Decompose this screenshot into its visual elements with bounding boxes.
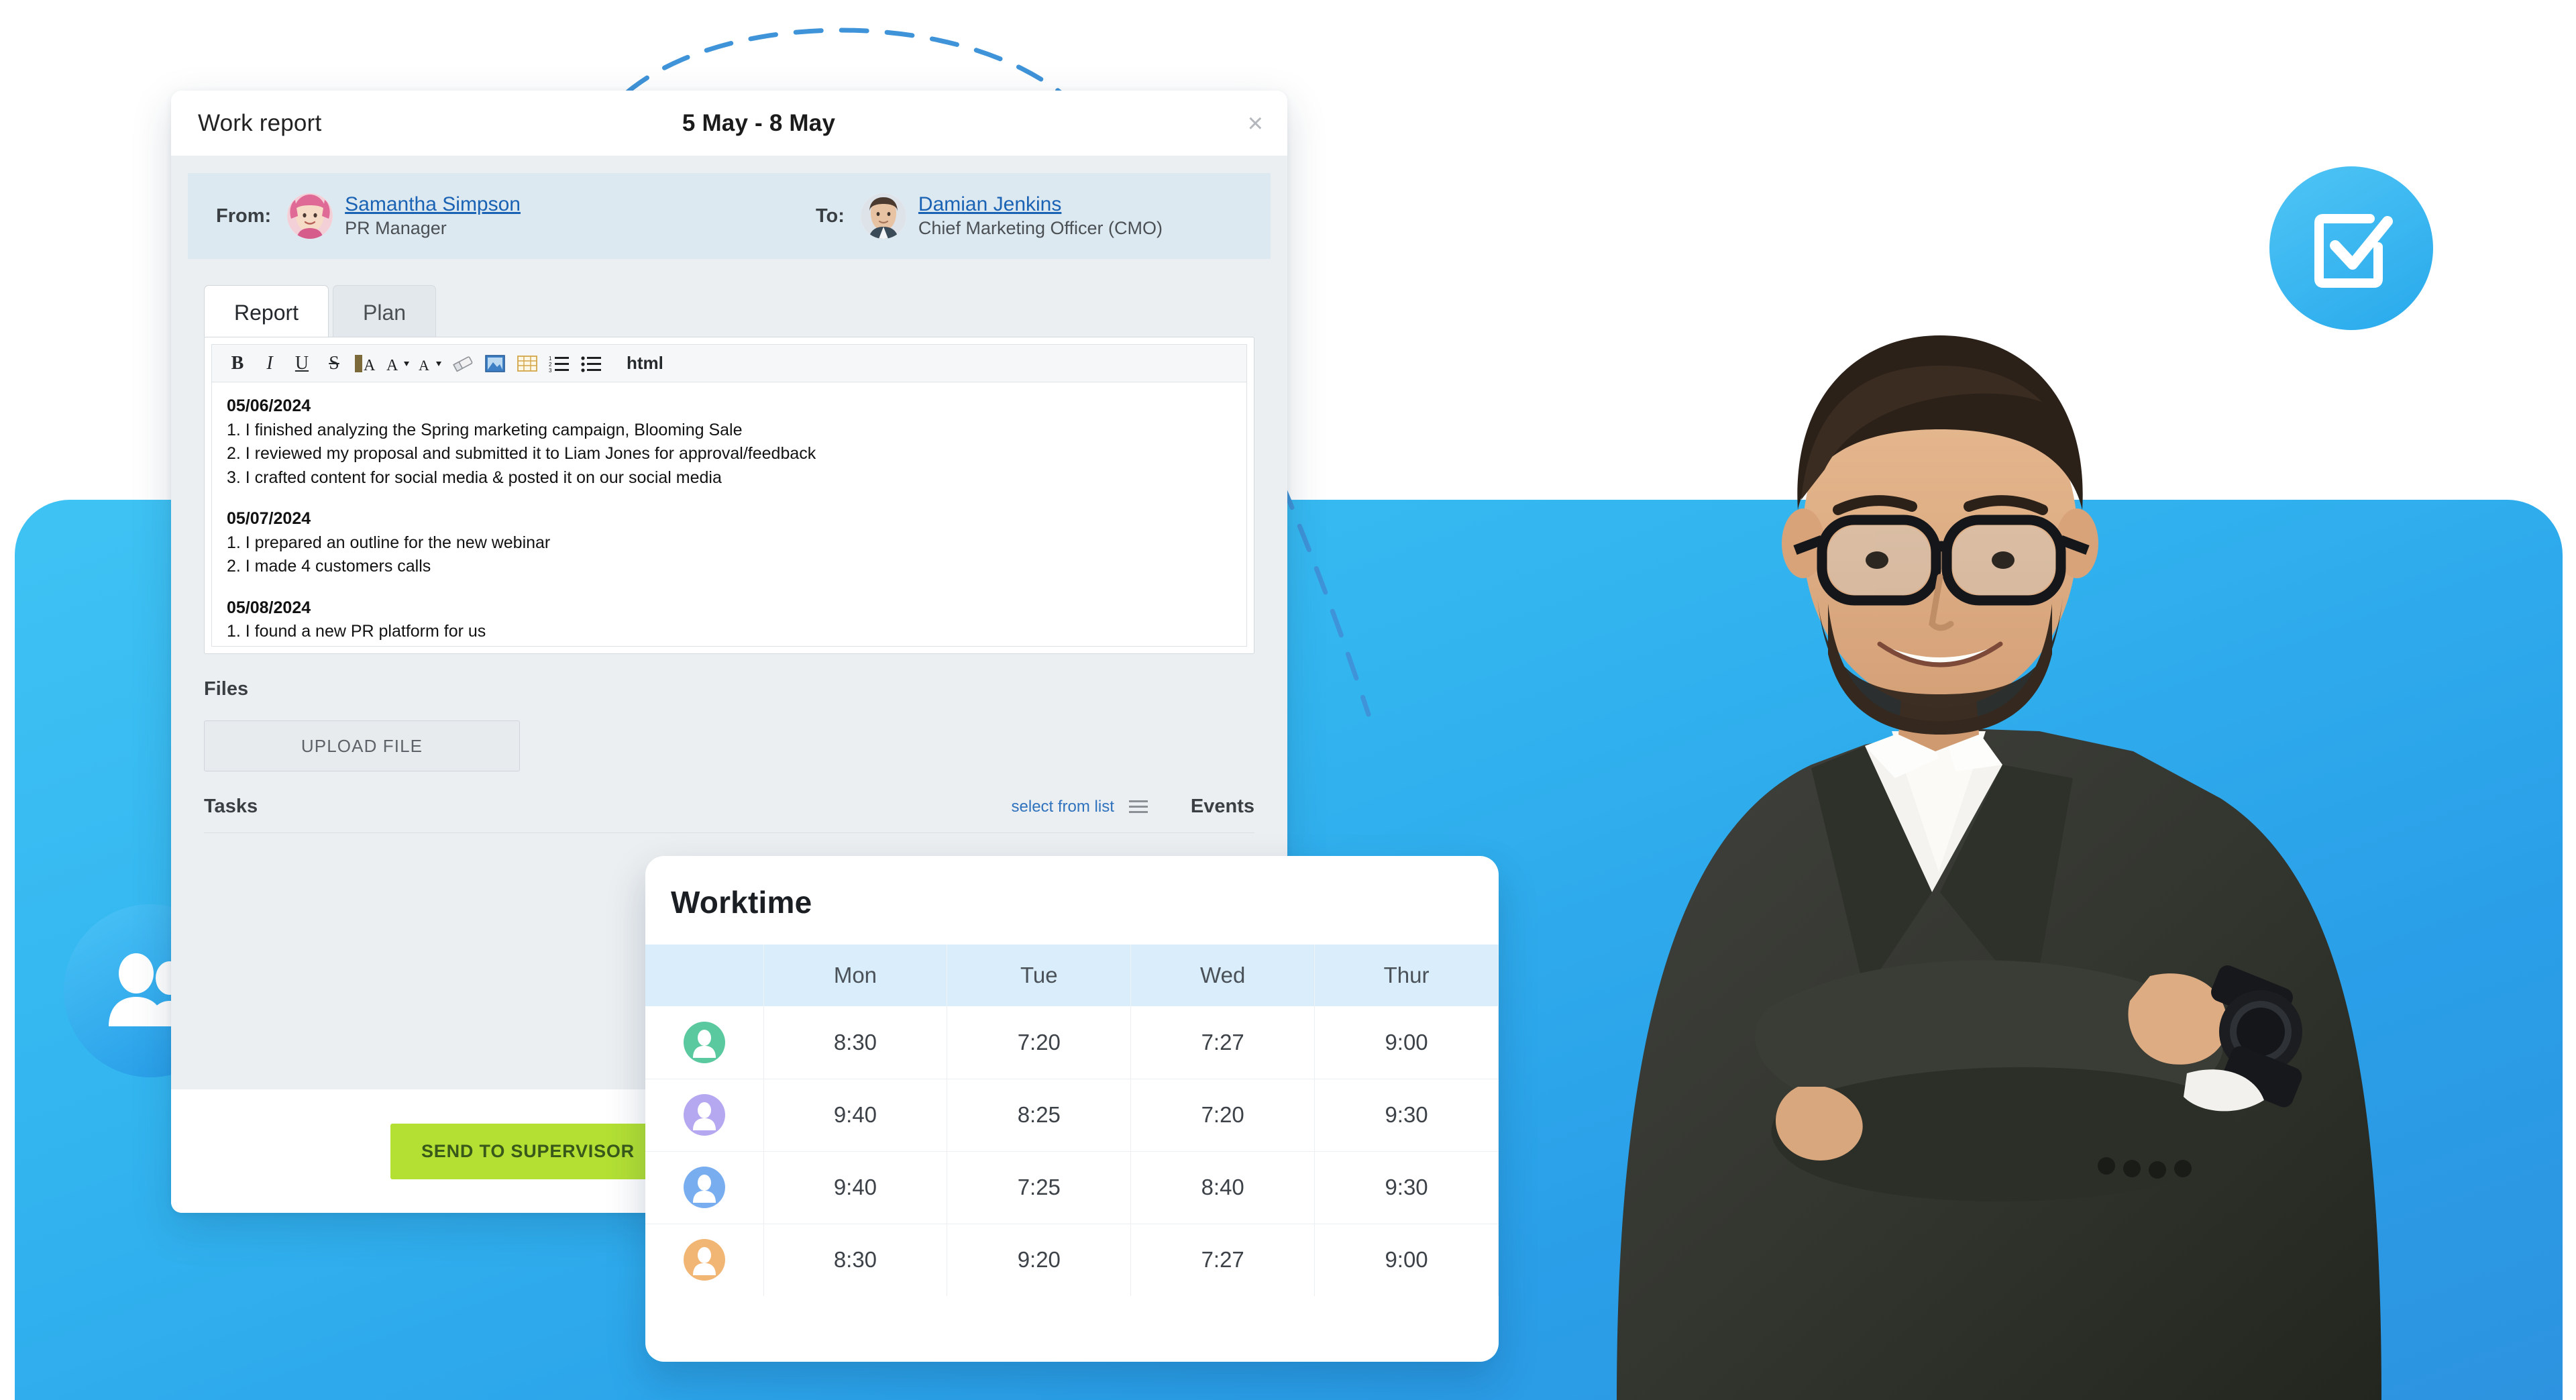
tab-report[interactable]: Report [204,285,329,337]
list-menu-icon[interactable] [1128,800,1148,813]
html-button[interactable]: html [619,349,672,378]
screenshot-root: Work report 5 May - 8 May × From: Samant… [0,0,2576,1400]
table-header-row: Mon Tue Wed Thur [645,945,1499,1006]
editor-frame: B I U S A A A 1 2 3 html 05/06/2024 1. I… [211,344,1247,647]
worktime-cell: 9:20 [947,1224,1132,1296]
underline-icon[interactable]: U [287,349,317,378]
column-header-wed: Wed [1130,945,1316,1006]
worktime-cell: 9:40 [763,1079,948,1152]
worktime-cell: 9:40 [763,1151,948,1224]
report-plan-tabs: Report Plan [188,284,1271,337]
report-line: 1. I finished analyzing the Spring marke… [227,420,743,439]
eraser-icon[interactable] [448,349,478,378]
table-row: 9:40 8:25 7:20 9:30 [645,1079,1499,1152]
worktime-table: Mon Tue Wed Thur 8:30 7:20 7:27 9:00 9:40 8:2… [645,945,1499,1296]
avatar [683,1021,725,1063]
from-person-role: PR Manager [345,217,447,238]
worktime-cell: 9:30 [1314,1151,1499,1224]
font-size-icon[interactable]: A [384,349,413,378]
report-line: 05/08/2024 [227,598,311,617]
avatar [860,193,906,239]
svg-text:3: 3 [549,368,552,373]
ordered-list-icon[interactable]: 123 [545,349,574,378]
select-from-list-link[interactable]: select from list [1012,798,1114,816]
table-row: 8:30 7:20 7:27 9:00 [645,1006,1499,1079]
worktime-card: Worktime Mon Tue Wed Thur 8:30 7:20 7:27 9:… [645,856,1499,1362]
unordered-list-icon[interactable] [577,349,606,378]
svg-text:A: A [364,357,376,374]
employee-avatar-cell [645,1151,764,1224]
employee-avatar-cell [645,1079,764,1152]
worktime-table-body: 8:30 7:20 7:27 9:00 9:40 8:25 7:20 9:30 9:40 7:25… [645,1006,1499,1296]
table-row: 9:40 7:25 8:40 9:30 [645,1151,1499,1224]
svg-text:2: 2 [549,362,552,368]
from-to-bar: From: Samantha Simpson PR Manager To: Da… [188,173,1271,259]
avatar [287,193,333,239]
worktime-cell: 9:30 [1314,1079,1499,1152]
tasks-events-row: Tasks select from list Events [204,796,1254,833]
events-label: Events [1190,796,1254,817]
employee-avatar-cell [645,1006,764,1079]
worktime-cell: 8:25 [947,1079,1132,1152]
strikethrough-icon[interactable]: S [319,349,349,378]
text-color-icon[interactable]: A [416,349,445,378]
dialog-header: Work report 5 May - 8 May × [171,91,1287,156]
report-editor: B I U S A A A 1 2 3 html 05/06/2024 1. I… [204,337,1254,654]
employee-avatar-cell [645,1224,764,1296]
table-icon[interactable] [513,349,542,378]
editor-content[interactable]: 05/06/2024 1. I finished analyzing the S… [212,382,1246,646]
worktime-cell: 8:30 [763,1224,948,1296]
column-header-tue: Tue [947,945,1132,1006]
worktime-cell: 8:40 [1130,1151,1316,1224]
column-header-thur: Thur [1314,945,1499,1006]
worktime-cell: 7:20 [947,1006,1132,1079]
report-line: 1. I found a new PR platform for us [227,622,486,641]
report-line: 1. I prepared an outline for the new web… [227,533,551,552]
report-spacer [227,579,1232,596]
font-family-icon[interactable]: A [352,349,381,378]
from-person-name[interactable]: Samantha Simpson [345,193,521,217]
worktime-cell: 7:25 [947,1151,1132,1224]
image-icon[interactable] [480,349,510,378]
report-line: 2. I reviewed my proposal and submitted … [227,444,816,463]
worktime-cell: 7:27 [1130,1006,1316,1079]
from-label: From: [216,205,272,227]
avatar [683,1094,725,1136]
to-person: Damian Jenkins Chief Marketing Officer (… [860,193,1163,239]
worktime-cell: 9:00 [1314,1006,1499,1079]
column-header-mon: Mon [763,945,948,1006]
send-to-supervisor-button[interactable]: SEND TO SUPERVISOR [390,1123,665,1179]
to-person-role: Chief Marketing Officer (CMO) [918,217,1163,238]
svg-text:A: A [386,357,398,374]
tab-plan[interactable]: Plan [333,285,437,337]
report-spacer [227,490,1232,507]
close-icon[interactable]: × [1248,110,1263,137]
report-line: 2. I made 4 customers calls [227,557,431,576]
report-line: 05/06/2024 [227,396,311,415]
worktime-cell: 7:27 [1130,1224,1316,1296]
report-line: 05/07/2024 [227,509,311,528]
avatar [683,1167,725,1208]
worktime-cell: 8:30 [763,1006,948,1079]
tasks-label: Tasks [204,796,258,817]
to-label: To: [815,205,845,227]
worktime-title: Worktime [671,885,812,920]
worktime-cell: 9:00 [1314,1224,1499,1296]
worktime-cell: 7:20 [1130,1079,1316,1152]
table-row: 8:30 9:20 7:27 9:00 [645,1224,1499,1296]
files-label: Files [204,678,249,700]
column-header-avatar [645,945,764,1006]
avatar [683,1239,725,1281]
editor-toolbar: B I U S A A A 1 2 3 html [212,345,1246,382]
report-line: 3. I crafted content for social media & … [227,468,722,487]
svg-text:1: 1 [549,356,552,362]
dialog-date-range: 5 May - 8 May [682,109,836,136]
to-person-name[interactable]: Damian Jenkins [918,193,1163,217]
italic-icon[interactable]: I [255,349,284,378]
bold-icon[interactable]: B [223,349,252,378]
upload-file-button[interactable]: UPLOAD FILE [204,720,520,771]
businessman-photo [1395,0,2442,1400]
svg-text:A: A [419,357,429,374]
from-person: Samantha Simpson PR Manager [287,193,521,239]
